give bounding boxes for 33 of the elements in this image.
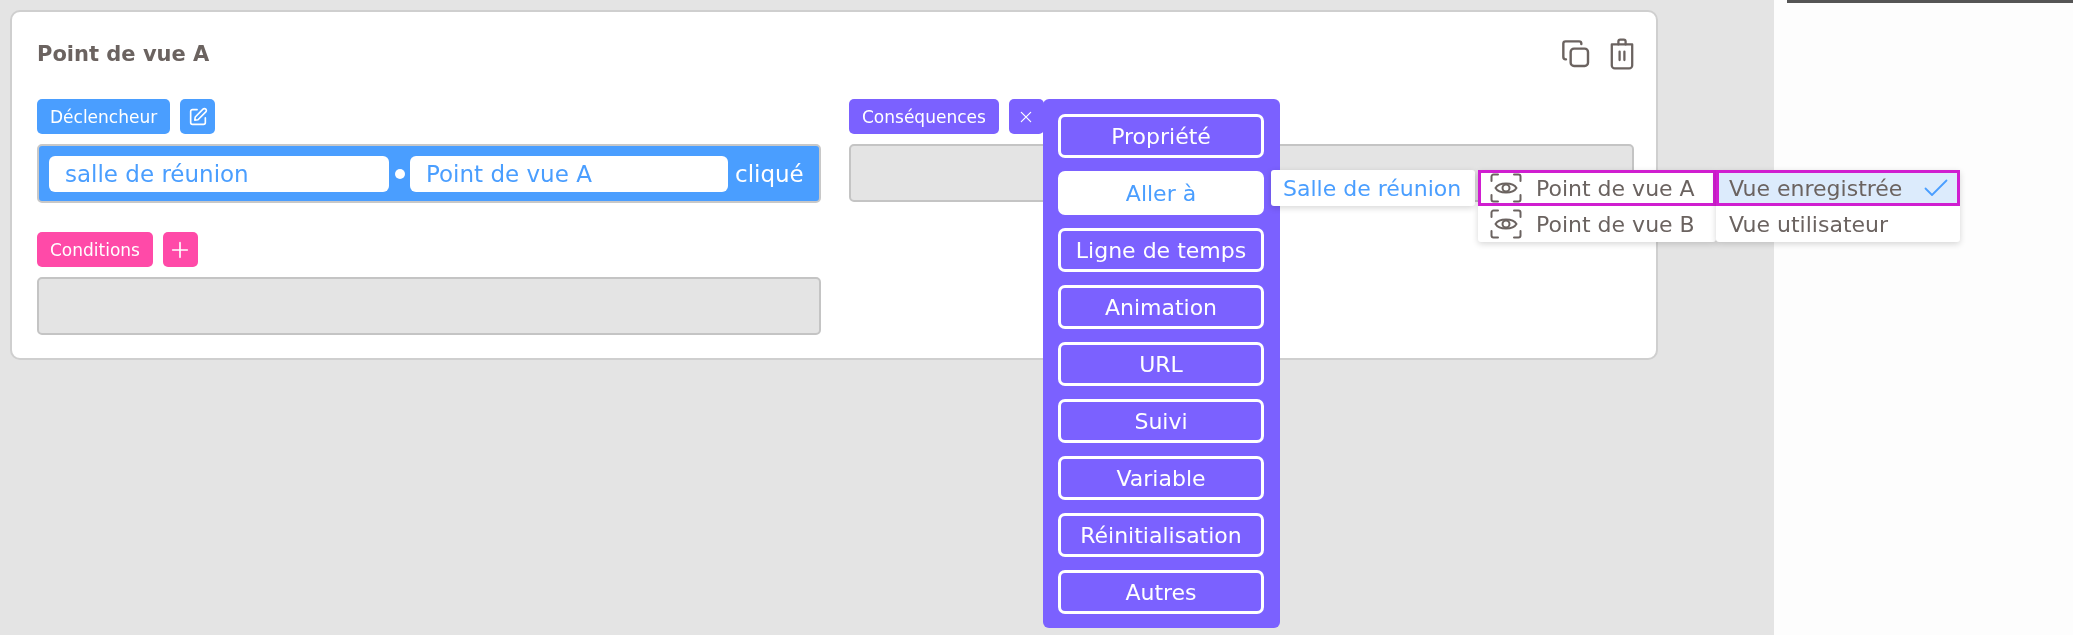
menu-item[interactable]: Propriété	[1058, 114, 1264, 158]
menu-item[interactable]: Variable	[1058, 456, 1264, 500]
menu-item[interactable]: Autres	[1058, 570, 1264, 614]
conditions-label: Conditions	[37, 232, 153, 267]
scene-select[interactable]: salle de réunion	[49, 155, 389, 192]
menu-item[interactable]: Aller à	[1058, 171, 1264, 215]
close-button[interactable]	[1008, 99, 1044, 134]
check-icon	[1924, 179, 1948, 197]
view-type-name: Vue utilisateur	[1729, 211, 1889, 237]
consequences-label: Conséquences	[849, 99, 999, 134]
viewpoint-name: Point de vue B	[1536, 211, 1695, 237]
menu-item[interactable]: Animation	[1058, 285, 1264, 329]
menu-item[interactable]: Suivi	[1058, 399, 1264, 443]
view-type-name: Vue enregistrée	[1729, 175, 1903, 201]
separator-dot-icon	[395, 168, 405, 179]
view-type-item[interactable]: Vue enregistrée	[1716, 170, 1960, 206]
menu-item[interactable]: Réinitialisation	[1058, 513, 1264, 557]
eye-scan-icon	[1490, 173, 1522, 203]
viewpoint-item[interactable]: Point de vue B	[1478, 206, 1716, 242]
event-label: cliqué	[735, 160, 804, 187]
viewpoint-name: Point de vue A	[1536, 175, 1695, 201]
copy-icon[interactable]	[1560, 38, 1592, 70]
edit-button[interactable]	[180, 99, 216, 134]
menu-item[interactable]: Ligne de temps	[1058, 228, 1264, 272]
eye-scan-icon	[1490, 209, 1522, 239]
trash-icon[interactable]	[1610, 38, 1634, 70]
view-type-item[interactable]: Vue utilisateur	[1716, 206, 1960, 242]
add-button[interactable]	[163, 232, 198, 267]
card-title: Point de vue A	[37, 41, 210, 68]
viewpoint-select[interactable]: Point de vue A	[410, 155, 728, 192]
trigger-label: Déclencheur	[37, 99, 171, 134]
menu-item[interactable]: URL	[1058, 342, 1264, 386]
viewpoint-item[interactable]: Point de vue A	[1478, 170, 1716, 206]
